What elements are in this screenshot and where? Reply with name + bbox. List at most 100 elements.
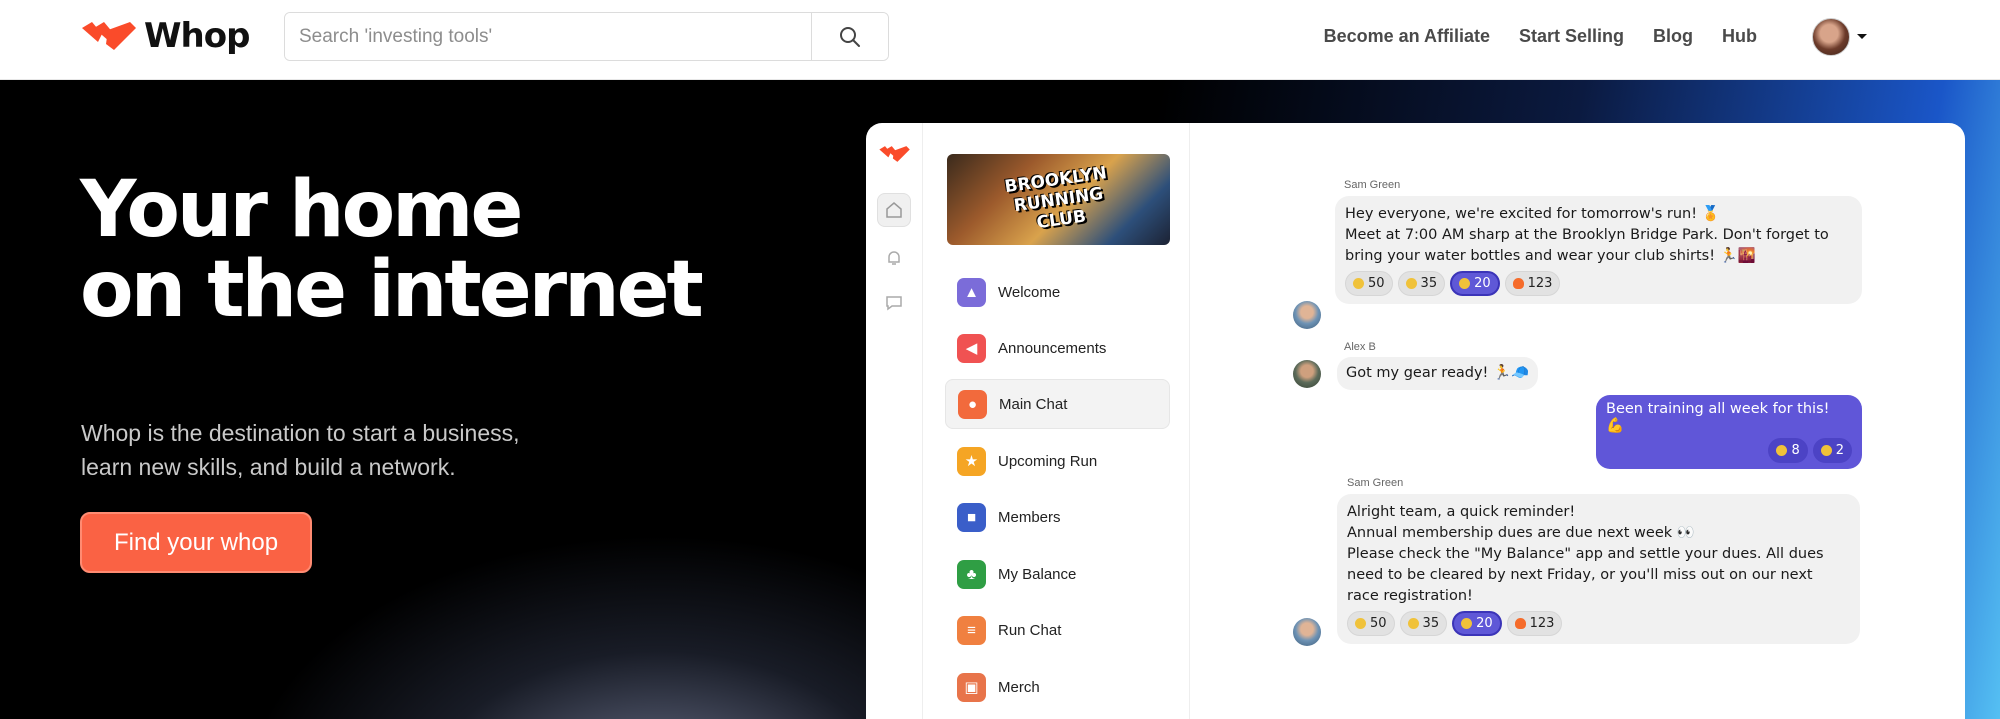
reaction-row: 50 35 20 123 [1347,611,1850,636]
reaction-count: 35 [1420,276,1438,291]
chat-messages: Sam Green Hey everyone, we're excited fo… [1190,123,1965,719]
reaction-chip[interactable]: 35 [1399,611,1448,636]
banner-title: BROOKLYN RUNNING CLUB [947,154,1170,245]
thinking-emoji-icon [1776,445,1788,456]
laugh-emoji-icon [1353,278,1364,289]
notifications-button[interactable] [877,241,911,275]
welcome-icon: ▲ [957,277,986,307]
main-nav: Become an Affiliate Start Selling Blog H… [1324,26,1757,47]
message-line: Hey everyone, we're excited for tomorrow… [1345,206,1720,222]
nav-start-selling[interactable]: Start Selling [1519,26,1624,47]
message-line: Please check the "My Balance" app and se… [1347,546,1824,562]
search-input[interactable] [285,13,811,60]
search-button[interactable] [811,13,888,60]
channel-merch[interactable]: ▣ Merch [945,662,1170,712]
channel-members[interactable]: ■ Members [945,492,1170,542]
channel-label: Welcome [998,283,1061,301]
reaction-chip[interactable]: 35 [1397,271,1446,296]
hero-subtitle-line-1: Whop is the destination to start a busin… [81,420,520,446]
money-icon: ♣ [957,559,986,589]
hero-title-line-2: on the internet [80,245,704,335]
party-emoji-icon [1461,618,1473,629]
find-your-whop-button[interactable]: Find your whop [80,512,312,573]
reaction-row: 50 35 20 123 [1345,271,1852,296]
reaction-count: 50 [1368,276,1385,291]
message-line: Alright team, a quick reminder! [1347,504,1576,520]
message-author: Sam Green [1344,179,1401,191]
channel-upcoming-run[interactable]: ★ Upcoming Run [945,436,1170,486]
reaction-chip[interactable]: 123 [1506,611,1563,636]
avatar[interactable] [1293,618,1321,646]
channel-announcements[interactable]: ◀ Announcements [945,323,1170,373]
profile-menu[interactable] [1812,18,1868,56]
nav-become-affiliate[interactable]: Become an Affiliate [1324,26,1490,47]
reaction-row: 8 2 [1606,438,1852,463]
channel-label: Merch [998,678,1040,696]
reaction-count: 20 [1476,616,1493,631]
star-icon: ★ [957,446,986,476]
message-text: Been training all week for this! 💪 [1606,401,1830,434]
channel-label: Run Chat [998,621,1062,639]
message-author: Sam Green [1347,477,1404,489]
channel-label: Members [998,508,1061,526]
party-emoji-icon [1459,278,1471,289]
reaction-chip[interactable]: 50 [1347,611,1395,636]
avatar[interactable] [1293,301,1321,329]
reaction-count: 50 [1370,616,1387,631]
reaction-chip[interactable]: 20 [1452,611,1502,636]
grin-emoji-icon [1407,618,1419,629]
channel-label: Main Chat [999,395,1068,413]
channel-sidebar: BROOKLYN RUNNING CLUB ▲ Welcome ◀ Announ… [923,123,1190,719]
reaction-chip[interactable]: 50 [1345,271,1393,296]
message-text: Got my gear ready! 🏃🧢 [1346,365,1530,381]
message-line: need to be cleared by next Friday, or yo… [1347,567,1813,583]
message-line: Annual membership dues are due next week… [1347,525,1695,541]
channel-welcome[interactable]: ▲ Welcome [945,267,1170,317]
run-chat-icon: ≡ [957,615,986,645]
reaction-chip[interactable]: 123 [1504,271,1561,296]
avatar[interactable] [1293,360,1321,388]
community-banner: BROOKLYN RUNNING CLUB [947,154,1170,245]
members-icon: ■ [957,502,986,532]
reaction-count: 123 [1527,276,1553,291]
reaction-count: 8 [1791,443,1800,458]
search-bar [284,12,889,61]
channel-label: Announcements [998,339,1107,357]
channel-main-chat[interactable]: ● Main Chat [945,379,1170,429]
icon-rail [866,123,923,719]
hero-subtitle: Whop is the destination to start a busin… [81,416,601,484]
reaction-chip[interactable]: 2 [1812,438,1852,463]
brand-logo[interactable]: Whop [80,16,250,56]
bell-icon [888,251,900,265]
search-icon [840,26,860,47]
hero-title-line-1: Your home [80,165,523,255]
fire-emoji-icon [1514,618,1526,629]
top-bar: Whop Become an Affiliate Start Selling B… [0,0,2000,80]
reaction-chip[interactable]: 8 [1768,438,1808,463]
avatar [1812,18,1850,56]
nav-blog[interactable]: Blog [1653,26,1693,47]
nav-hub[interactable]: Hub [1722,26,1757,47]
message-line: bring your water bottles and wear your c… [1345,248,1756,264]
channel-run-chat[interactable]: ≡ Run Chat [945,605,1170,655]
home-button[interactable] [877,193,911,227]
laugh-emoji-icon [1355,618,1366,629]
message-author: Alex B [1344,341,1376,353]
chat-bubble-icon: ● [958,389,987,419]
reaction-count: 20 [1474,276,1491,291]
channel-label: Upcoming Run [998,452,1098,470]
whop-logo-icon [879,146,910,162]
channel-label: My Balance [998,565,1077,583]
own-message-bubble: Been training all week for this! 💪 8 2 [1596,395,1862,469]
message-bubble: Hey everyone, we're excited for tomorrow… [1335,196,1862,304]
message-bubble: Got my gear ready! 🏃🧢 [1337,357,1539,390]
reaction-chip[interactable]: 20 [1450,271,1500,296]
message-line: race registration! [1347,588,1473,604]
brand-name: Whop [144,16,250,56]
hero-subtitle-line-2: learn new skills, and build a network. [81,454,456,480]
messages-button[interactable] [877,286,911,320]
hero-title: Your home on the internet [80,165,704,335]
megaphone-icon: ◀ [957,333,986,363]
smile-emoji-icon [1820,445,1832,456]
channel-my-balance[interactable]: ♣ My Balance [945,549,1170,599]
